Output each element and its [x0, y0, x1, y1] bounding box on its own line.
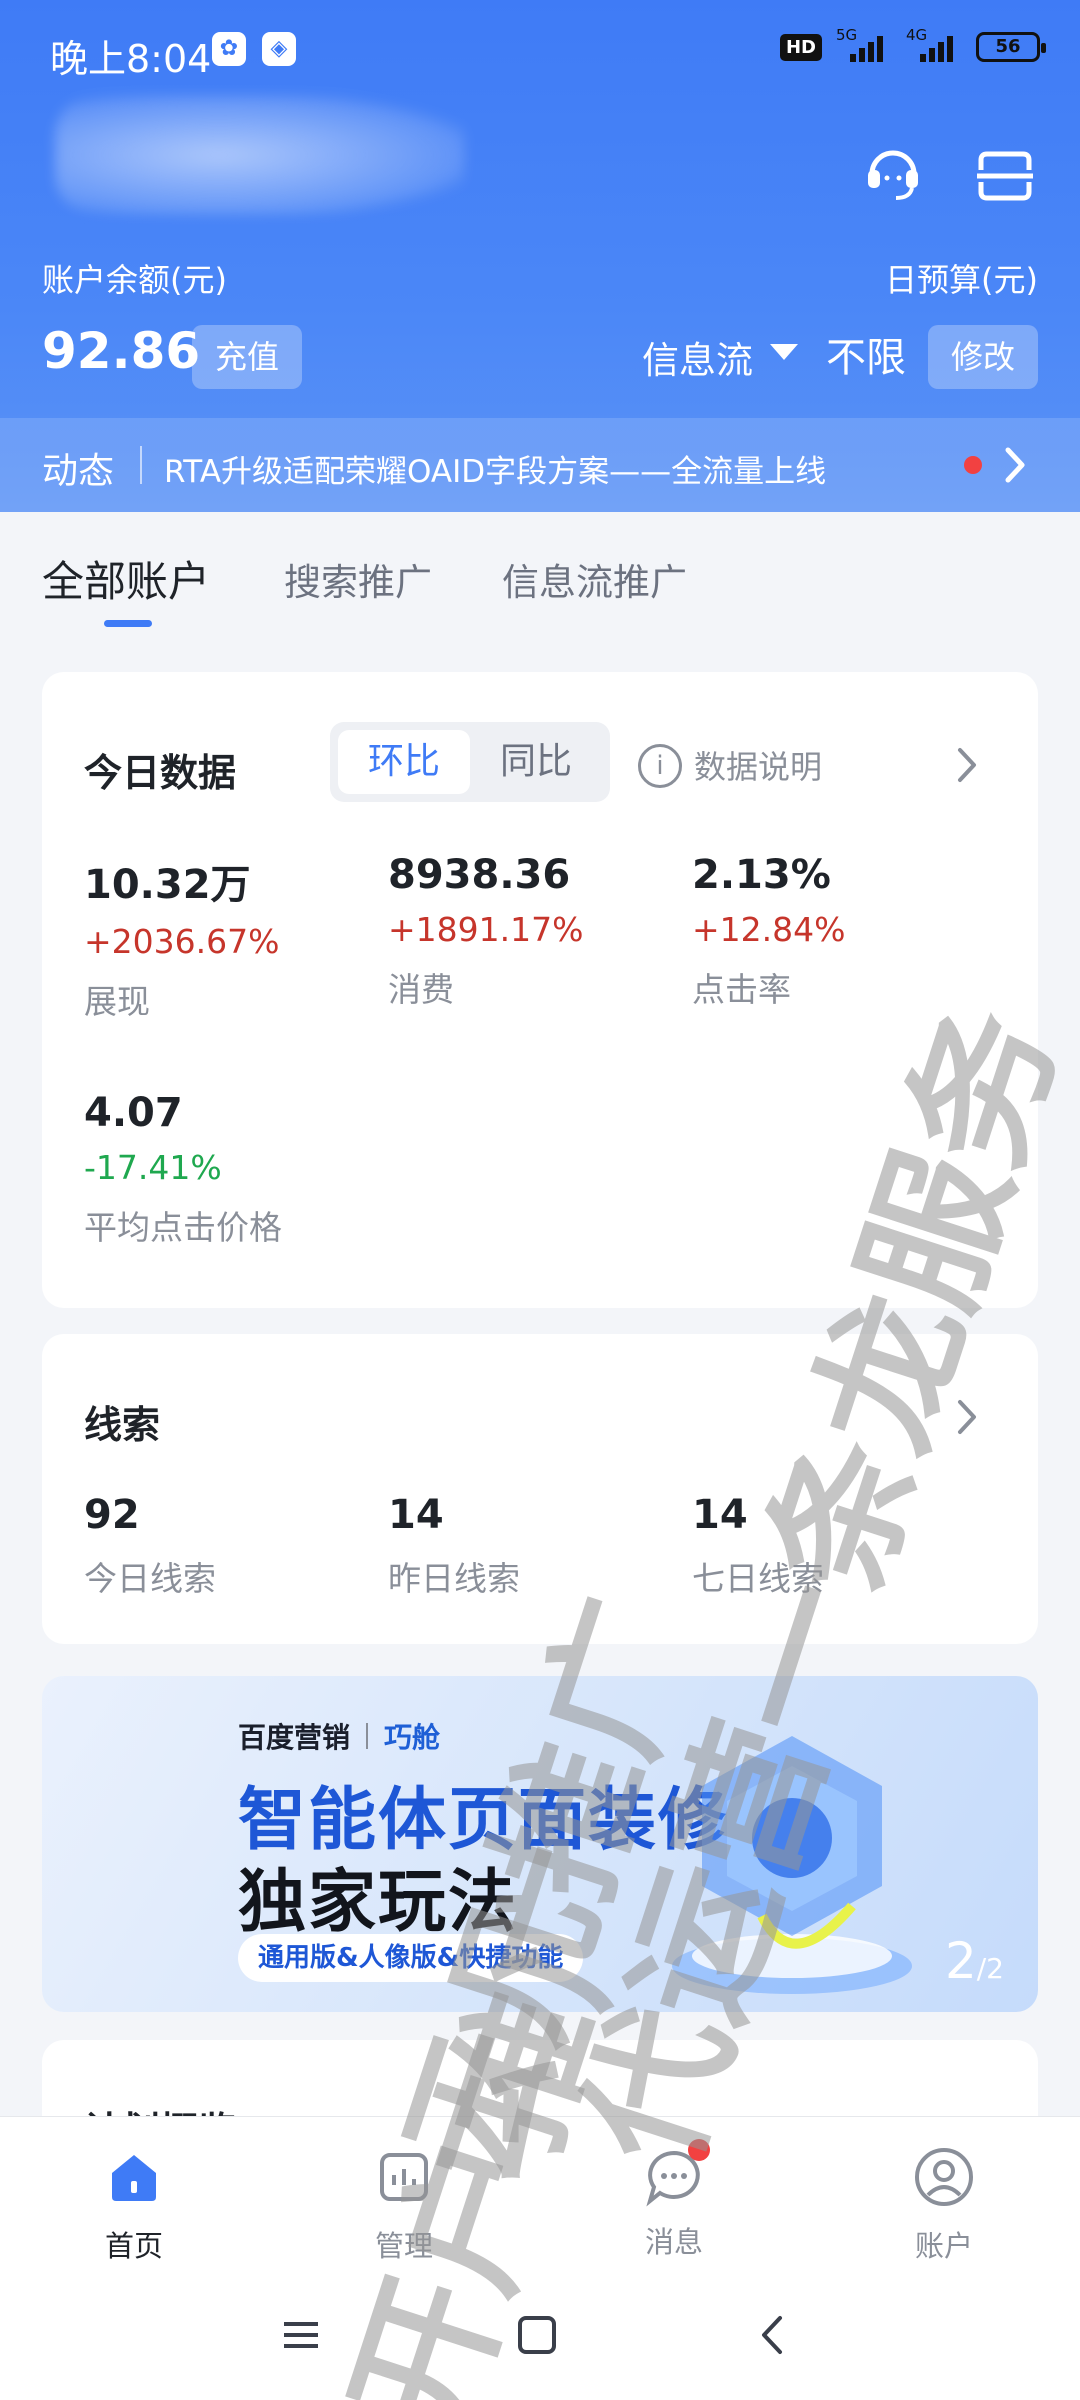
paw-app-icon: ✿: [212, 32, 246, 66]
metric-cost: 8938.36 +1891.17% 消费: [388, 852, 583, 1011]
segment-mom[interactable]: 环比: [338, 730, 470, 794]
metric-change: +1891.17%: [388, 910, 584, 949]
banner-pagination: 2/2: [944, 1932, 1004, 1990]
lead-label: 昨日线索: [388, 1559, 520, 1598]
metric-change: +12.84%: [692, 910, 846, 949]
banner-brand: 百度营销 巧舱: [238, 1716, 440, 1756]
leads-yesterday: 14 昨日线索: [388, 1492, 520, 1600]
nav-account[interactable]: 账户: [874, 2145, 1014, 2265]
account-name-redacted: [55, 95, 465, 215]
balance-value: 92.86: [42, 322, 201, 380]
nav-home[interactable]: 首页: [64, 2145, 204, 2265]
chevron-right-icon[interactable]: [994, 442, 1034, 488]
header: 晚上8:04 ✿ ◈ HD 5G 4G 56 账户余额(元) 日预算(元) 92…: [0, 0, 1080, 512]
system-navigation-bar: [0, 2270, 1080, 2400]
data-explanation-link[interactable]: 数据说明: [694, 742, 822, 788]
nav-label: 消息: [644, 2225, 703, 2259]
tab-all-accounts[interactable]: 全部账户: [42, 548, 210, 609]
nav-manage[interactable]: 管理: [334, 2145, 474, 2265]
lead-value: 14: [692, 1492, 748, 1538]
back-icon[interactable]: [748, 2310, 798, 2360]
daily-budget-label: 日预算(元): [885, 261, 1038, 299]
promo-banner[interactable]: 百度营销 巧舱 智能体页面装修 独家玩法 通用版&人像版&快捷功能 2/2: [42, 1676, 1038, 2012]
lead-label: 今日线索: [84, 1559, 216, 1598]
manage-icon: [380, 2153, 428, 2201]
info-icon[interactable]: i: [638, 744, 682, 788]
shield-app-icon: ◈: [262, 32, 296, 66]
metric-label: 点击率: [692, 970, 791, 1009]
nav-messages[interactable]: 消息: [604, 2139, 744, 2261]
account-tabs: 全部账户 搜索推广 信息流推广: [0, 512, 1080, 632]
recharge-button[interactable]: 充值: [192, 325, 302, 389]
metric-value: 2.13%: [692, 852, 831, 898]
tab-search-promotion[interactable]: 搜索推广: [284, 552, 432, 606]
metric-value: 4.07: [84, 1090, 183, 1136]
feed-type-select[interactable]: 信息流: [642, 330, 753, 384]
metric-change: +2036.67%: [84, 922, 280, 961]
news-tag: 动态: [42, 451, 115, 492]
balance-label: 账户余额(元): [42, 261, 227, 299]
news-divider: [140, 446, 142, 484]
qiaocang-logo: 巧舱: [384, 1721, 441, 1754]
baidu-marketing-logo: 百度营销: [238, 1721, 351, 1754]
chevron-right-icon[interactable]: [952, 744, 982, 786]
metric-label: 平均点击价格: [84, 1208, 282, 1247]
metric-avg-cpc: 4.07 -17.41% 平均点击价格: [84, 1090, 282, 1249]
segment-yoy[interactable]: 同比: [470, 730, 602, 794]
news-ticker[interactable]: 动态 RTA升级适配荣耀OAID字段方案——全流量上线: [0, 418, 1080, 512]
leads-today: 92 今日线索: [84, 1492, 216, 1600]
scan-icon[interactable]: [975, 148, 1035, 204]
home-square-icon[interactable]: [512, 2310, 562, 2360]
metric-value: 10.32万: [84, 862, 251, 908]
hd-badge: HD: [779, 33, 822, 61]
home-icon: [112, 2155, 156, 2201]
metric-label: 消费: [388, 970, 454, 1009]
metric-label: 展现: [84, 982, 150, 1021]
nav-label: 账户: [914, 2229, 973, 2263]
banner-feature-pill: 通用版&人像版&快捷功能: [238, 1934, 584, 1982]
menu-icon[interactable]: [276, 2310, 326, 2360]
chevron-right-icon[interactable]: [952, 1396, 982, 1438]
tab-feed-promotion[interactable]: 信息流推广: [502, 552, 687, 606]
brand-separator: [366, 1723, 369, 1749]
banner-title-line2: 独家玩法: [238, 1863, 519, 1942]
customer-service-icon[interactable]: [862, 142, 924, 204]
lead-label: 七日线索: [692, 1559, 824, 1598]
active-tab-indicator: [104, 620, 152, 627]
news-text[interactable]: RTA升级适配荣耀OAID字段方案——全流量上线: [164, 446, 826, 491]
leads-card[interactable]: 线索 92 今日线索 14 昨日线索 14 七日线索: [42, 1334, 1038, 1644]
lead-value: 14: [388, 1492, 444, 1538]
unread-badge: [688, 2139, 710, 2161]
nav-label: 首页: [104, 2229, 163, 2263]
status-bar: 晚上8:04 ✿ ◈ HD 5G 4G 56: [0, 0, 1080, 100]
status-time: 晚上8:04: [50, 37, 212, 81]
daily-budget-value: 不限: [826, 335, 906, 381]
banner-illustration: [672, 1736, 912, 1994]
caret-down-icon[interactable]: [770, 344, 798, 360]
metric-value: 8938.36: [388, 852, 571, 898]
leads-seven-days: 14 七日线索: [692, 1492, 824, 1600]
user-icon: [915, 2148, 973, 2206]
modify-budget-button[interactable]: 修改: [928, 325, 1038, 389]
signal-4g-icon: 4G: [906, 26, 962, 62]
nav-label: 管理: [374, 2229, 433, 2263]
signal-5g-icon: 5G: [836, 26, 892, 62]
battery-icon: 56: [976, 32, 1046, 62]
metric-change: -17.41%: [84, 1148, 222, 1187]
today-data-card: 今日数据 环比 同比 i 数据说明 10.32万 +2036.67% 展现 89…: [42, 672, 1038, 1308]
today-data-title: 今日数据: [84, 751, 237, 795]
metric-ctr: 2.13% +12.84% 点击率: [692, 852, 845, 1011]
leads-title: 线索: [84, 1403, 161, 1447]
news-unread-dot: [964, 456, 982, 474]
lead-value: 92: [84, 1492, 140, 1538]
metric-impressions: 10.32万 +2036.67% 展现: [84, 852, 279, 1023]
compare-segmented-control: 环比 同比: [330, 722, 610, 802]
